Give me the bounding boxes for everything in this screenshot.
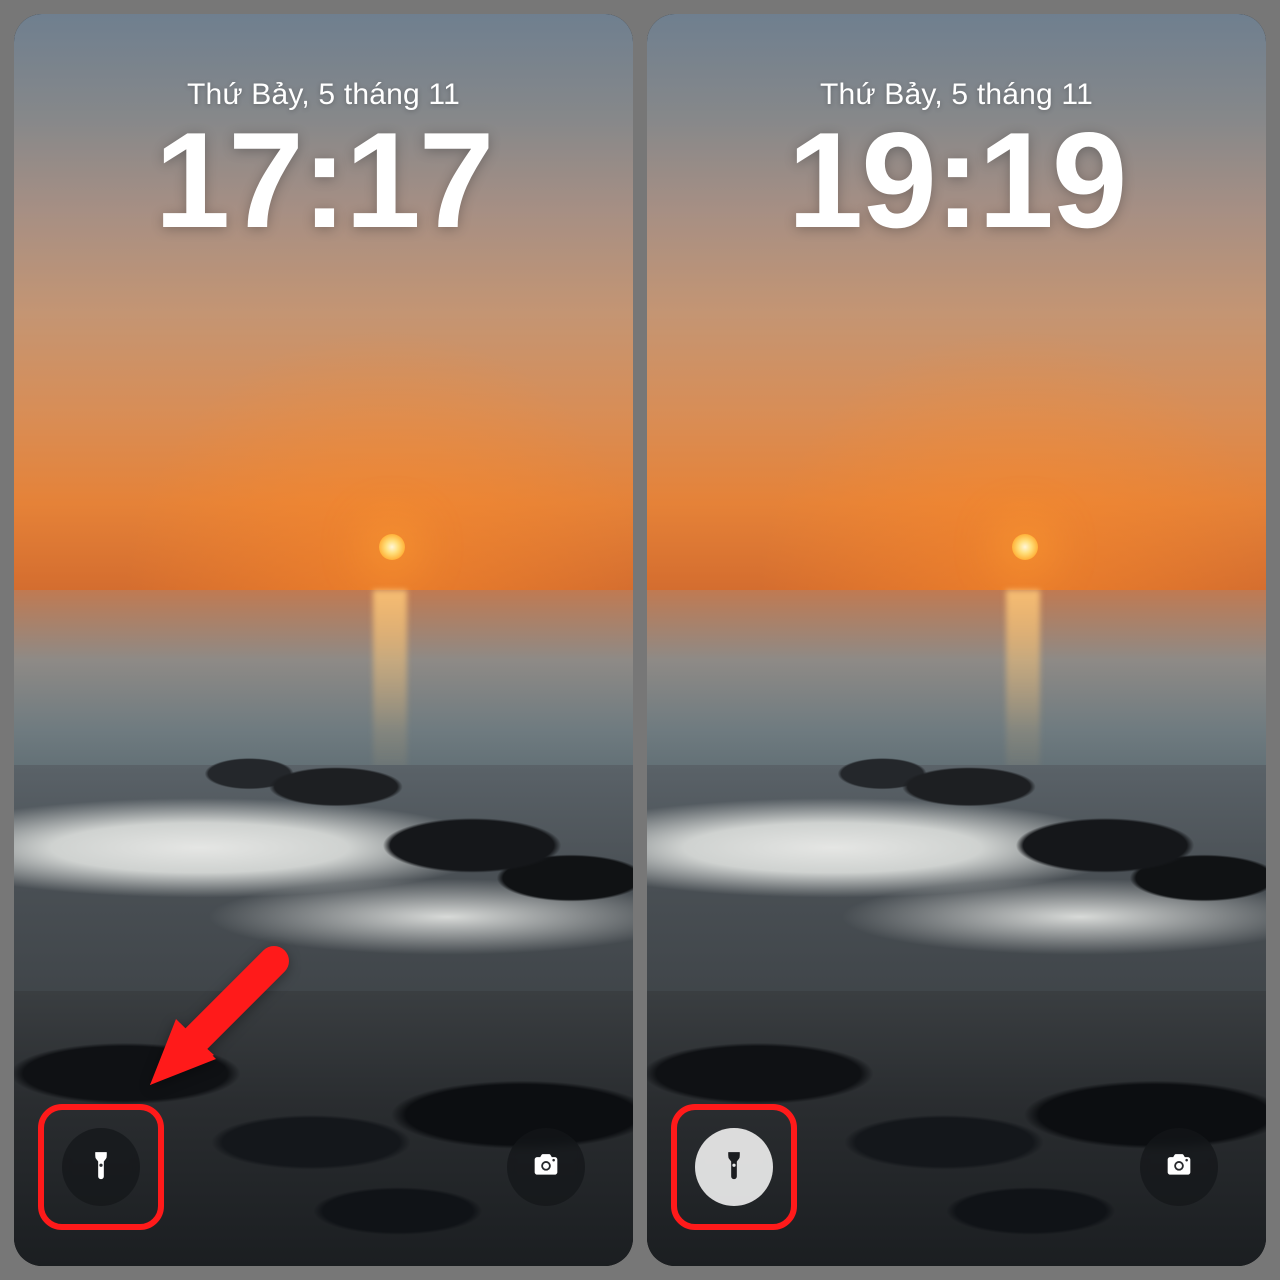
camera-button[interactable] [507,1128,585,1206]
flashlight-icon [717,1148,751,1187]
camera-icon [529,1148,563,1187]
lockscreen-time: 17:17 [14,112,633,248]
flashlight-icon [84,1148,118,1187]
camera-icon [1162,1148,1196,1187]
flashlight-button[interactable] [695,1128,773,1206]
lockscreen-time: 19:19 [647,112,1266,248]
lockscreen-right: Thứ Bảy, 5 tháng 11 19:19 [647,14,1266,1266]
lockscreen-left: Thứ Bảy, 5 tháng 11 17:17 [14,14,633,1266]
camera-button[interactable] [1140,1128,1218,1206]
flashlight-button[interactable] [62,1128,140,1206]
